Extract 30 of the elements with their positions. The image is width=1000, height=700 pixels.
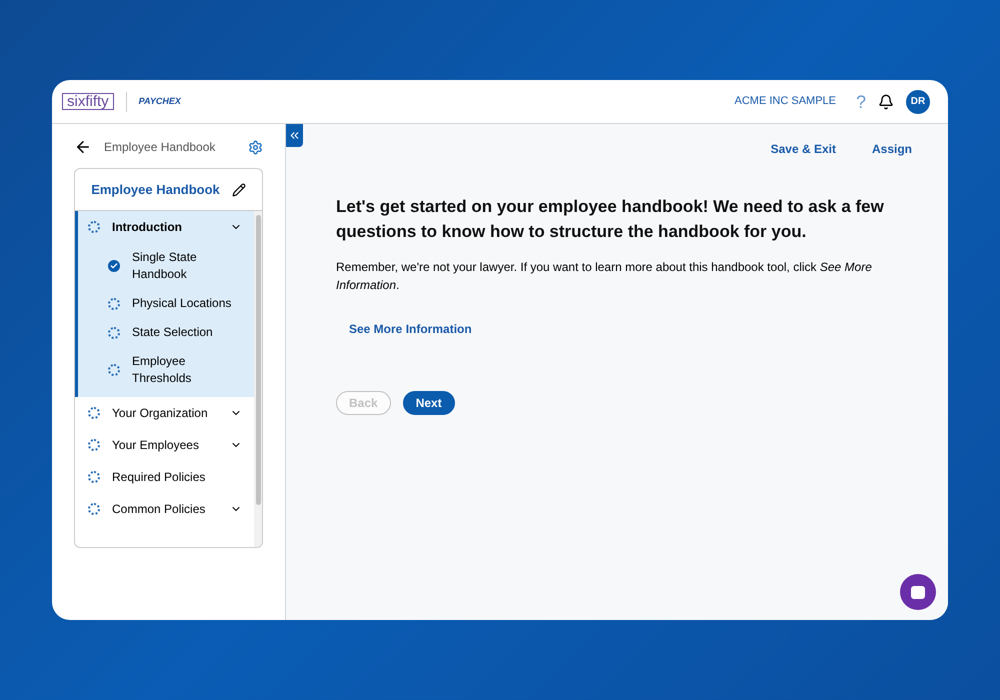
company-name: ACME INC SAMPLE xyxy=(734,94,836,110)
nav-item[interactable]: Required Policies xyxy=(78,461,254,493)
nav-item[interactable]: Introduction xyxy=(78,211,254,243)
logo: sixfifty xyxy=(62,93,114,110)
nav-item[interactable]: Common Policies xyxy=(78,493,254,525)
partner-logo: PAYCHEX xyxy=(138,94,181,108)
nav-item[interactable]: Your Organization xyxy=(78,397,254,429)
collapse-button[interactable] xyxy=(286,124,303,147)
nav-subitem[interactable]: Single State Handbook xyxy=(78,243,254,289)
page-heading: Let's get started on your employee handbook! We need to ask a few questions to know how to structure the handbook for you. xyxy=(336,196,885,243)
settings-icon[interactable] xyxy=(248,140,263,154)
toolbar-link[interactable]: Save & Exit xyxy=(770,140,836,158)
notification-icon[interactable] xyxy=(878,94,894,110)
chat-button[interactable] xyxy=(900,574,936,610)
chat-icon xyxy=(911,586,925,598)
toolbar-link[interactable]: Assign xyxy=(872,140,912,158)
intro-text: Remember, we're not your lawyer. If you want to learn more about this handbook tool, click See More Information. xyxy=(336,259,873,294)
handbook-title: Employee Handbook xyxy=(91,180,220,199)
nav-subitem[interactable]: Employee Thresholds xyxy=(78,347,254,393)
sidebar-title: Employee Handbook xyxy=(104,139,216,156)
back-icon[interactable] xyxy=(74,138,92,156)
see-more-link[interactable]: See More Information xyxy=(349,320,472,338)
nav-subitem[interactable]: State Selection xyxy=(78,318,254,347)
edit-icon[interactable] xyxy=(232,182,246,196)
avatar[interactable]: DR xyxy=(906,90,930,114)
scrollbar-thumb[interactable] xyxy=(256,215,260,505)
collapse-icon xyxy=(288,129,301,142)
nav-item[interactable]: Your Employees xyxy=(78,429,254,461)
next-button[interactable]: Next xyxy=(402,391,455,415)
nav-subitem[interactable]: Physical Locations xyxy=(78,289,254,318)
